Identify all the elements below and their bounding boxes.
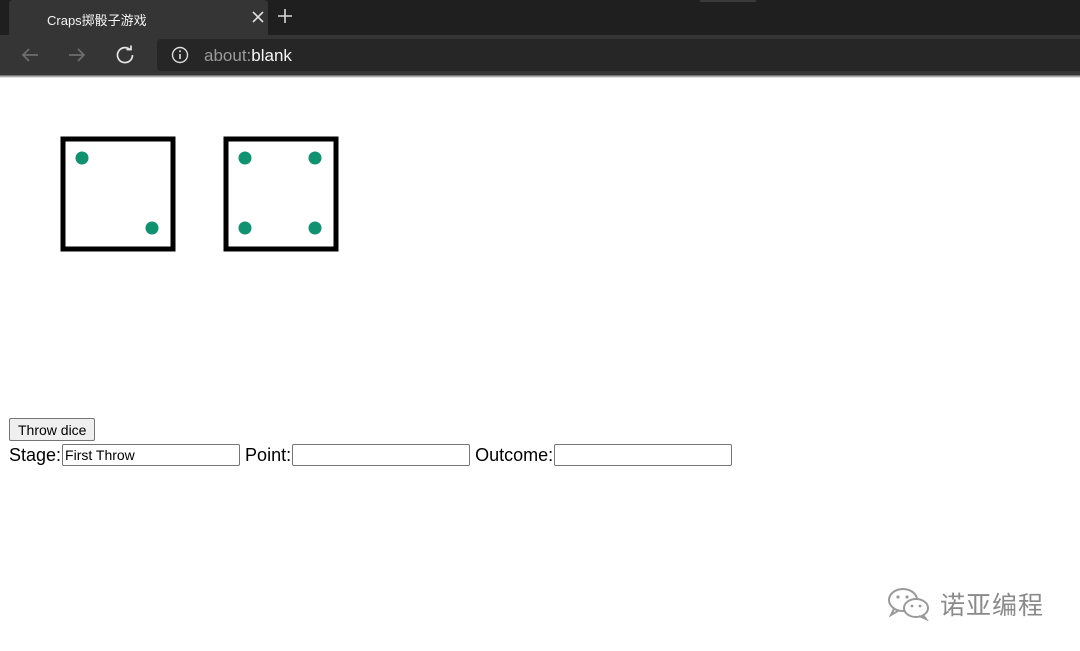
point-field[interactable] [292, 444, 471, 466]
url-text: about:blank [204, 46, 292, 66]
url-scheme: about: [204, 46, 252, 65]
stage-field[interactable] [62, 444, 241, 466]
reload-icon[interactable] [114, 44, 136, 66]
watermark: 诺亚编程 [886, 586, 1044, 622]
dice-canvas [60, 136, 339, 252]
die-2-pip [308, 151, 322, 165]
tab-bar: Craps掷骰子游戏 [0, 0, 1080, 35]
plus-icon[interactable] [276, 7, 294, 25]
info-icon[interactable] [171, 46, 189, 64]
throw-dice-button[interactable]: Throw dice [9, 418, 96, 441]
tab-strip-divider [700, 0, 756, 2]
wechat-icon [888, 588, 929, 621]
watermark-text: 诺亚编程 [940, 591, 1045, 620]
outcome-field[interactable] [554, 444, 733, 466]
outcome-label: Outcome: [475, 444, 554, 465]
die-1-pip [75, 151, 89, 165]
close-icon[interactable] [250, 9, 266, 25]
address-bar[interactable]: about:blank [157, 39, 1080, 71]
status-row: Stage: Point: Outcome: [9, 443, 737, 467]
point-label: Point: [245, 444, 292, 465]
forward-arrow-icon[interactable] [66, 44, 88, 66]
die-2-pip [308, 221, 322, 235]
die-2-pip [238, 221, 252, 235]
stage-label: Stage: [9, 444, 62, 465]
browser-toolbar: about:blank [0, 35, 1080, 75]
game-controls: Throw dice Stage: Point: Outcome: [9, 418, 737, 467]
back-arrow-icon[interactable] [19, 44, 41, 66]
tab-title: Craps掷骰子游戏 [47, 13, 147, 28]
die-1-pip [145, 221, 159, 235]
toolbar-shadow [0, 75, 1080, 78]
browser-tab[interactable]: Craps掷骰子游戏 [9, 0, 268, 35]
die-2-pip [238, 151, 252, 165]
url-host: blank [251, 46, 292, 65]
